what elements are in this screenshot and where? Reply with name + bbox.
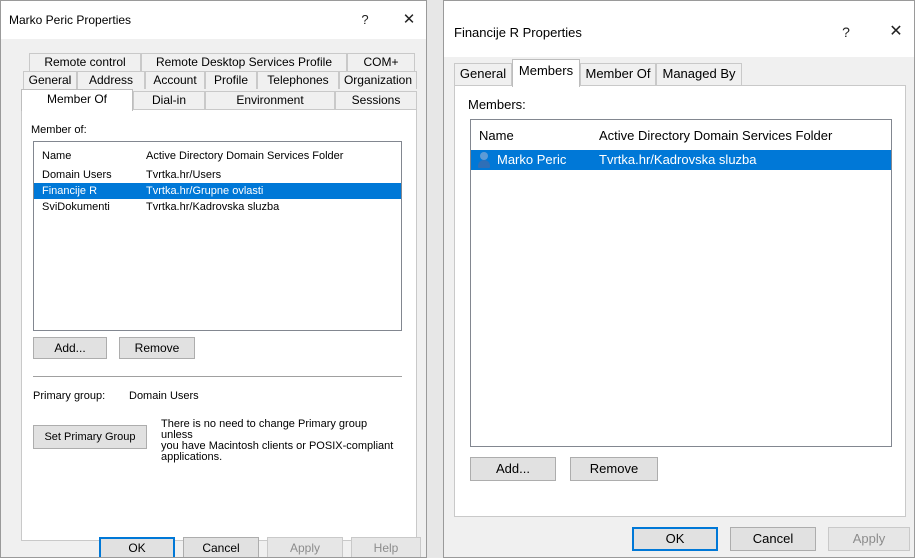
group-folder: Tvrtka.hr/Kadrovska sluzba (146, 201, 280, 213)
list-item-selected[interactable]: Financije R Tvrtka.hr/Grupne ovlasti (34, 183, 401, 199)
separator (33, 376, 402, 377)
members-label: Members: (468, 97, 526, 112)
group-name: Domain Users (42, 169, 112, 181)
group-folder: Tvrtka.hr/Users (146, 169, 222, 181)
tab-member-of[interactable]: Member Of (580, 63, 656, 85)
list-header: Name Active Directory Domain Services Fo… (471, 126, 891, 146)
members-list[interactable]: Name Active Directory Domain Services Fo… (470, 119, 892, 447)
remove-button[interactable]: Remove (570, 457, 658, 481)
column-name[interactable]: Name (42, 146, 71, 166)
tab-remote-desktop-services-profile[interactable]: Remote Desktop Services Profile (141, 53, 347, 71)
ok-button[interactable]: OK (632, 527, 718, 551)
list-item-selected[interactable]: Marko Peric Tvrtka.hr/Kadrovska sluzba (471, 150, 891, 170)
tab-general[interactable]: General (23, 71, 77, 89)
apply-button: Apply (828, 527, 910, 551)
tab-sessions[interactable]: Sessions (335, 91, 417, 109)
group-properties-dialog: Financije R Properties ? ✕ General Membe… (443, 0, 915, 558)
column-folder[interactable]: Active Directory Domain Services Folder (599, 126, 832, 146)
tab-com-plus[interactable]: COM+ (347, 53, 415, 71)
window-title: Financije R Properties (454, 25, 582, 40)
add-button[interactable]: Add... (33, 337, 107, 359)
tab-environment[interactable]: Environment (205, 91, 335, 109)
add-button[interactable]: Add... (470, 457, 556, 481)
member-of-label: Member of: (31, 124, 87, 136)
primary-group-label: Primary group: (33, 390, 106, 402)
ok-button[interactable]: OK (99, 537, 175, 557)
tab-managed-by[interactable]: Managed By (656, 63, 742, 85)
list-item[interactable]: Domain Users Tvrtka.hr/Users (34, 167, 401, 183)
tab-members[interactable]: Members (512, 59, 580, 87)
help-button[interactable]: ? (353, 9, 377, 31)
member-folder: Tvrtka.hr/Kadrovska sluzba (599, 152, 757, 167)
tab-remote-control[interactable]: Remote control (29, 53, 141, 71)
column-name[interactable]: Name (479, 126, 514, 146)
help-footer-button: Help (351, 537, 421, 557)
tab-dial-in[interactable]: Dial-in (133, 91, 205, 109)
tab-organization[interactable]: Organization (339, 71, 417, 89)
remove-button[interactable]: Remove (119, 337, 195, 359)
tab-profile[interactable]: Profile (205, 71, 257, 89)
list-item[interactable]: SviDokumenti Tvrtka.hr/Kadrovska sluzba (34, 199, 401, 215)
set-primary-group-button[interactable]: Set Primary Group (33, 425, 147, 449)
group-folder: Tvrtka.hr/Grupne ovlasti (146, 185, 264, 197)
title-bar: Financije R Properties ? ✕ (444, 1, 914, 57)
cancel-button[interactable]: Cancel (183, 537, 259, 557)
group-name: SviDokumenti (42, 201, 110, 213)
tab-address[interactable]: Address (77, 71, 145, 89)
tab-telephones[interactable]: Telephones (257, 71, 339, 89)
primary-group-note: There is no need to change Primary group… (161, 418, 394, 463)
tab-account[interactable]: Account (145, 71, 205, 89)
column-folder[interactable]: Active Directory Domain Services Folder (146, 146, 343, 166)
tab-member-of[interactable]: Member Of (21, 89, 133, 111)
list-header: Name Active Directory Domain Services Fo… (34, 146, 401, 166)
tab-general[interactable]: General (454, 63, 512, 85)
help-button[interactable]: ? (834, 21, 858, 43)
apply-button: Apply (267, 537, 343, 557)
cancel-button[interactable]: Cancel (730, 527, 816, 551)
title-bar: Marko Peric Properties ? ✕ (1, 1, 426, 39)
group-name: Financije R (42, 185, 98, 197)
close-icon[interactable]: ✕ (884, 21, 908, 43)
window-title: Marko Peric Properties (9, 13, 132, 27)
primary-group-value: Domain Users (129, 390, 199, 402)
member-of-list[interactable]: Name Active Directory Domain Services Fo… (33, 141, 402, 331)
member-name: Marko Peric (497, 152, 567, 167)
close-icon[interactable]: ✕ (397, 9, 421, 31)
user-icon (477, 151, 491, 169)
user-properties-dialog: Marko Peric Properties ? ✕ Remote contro… (0, 0, 427, 558)
